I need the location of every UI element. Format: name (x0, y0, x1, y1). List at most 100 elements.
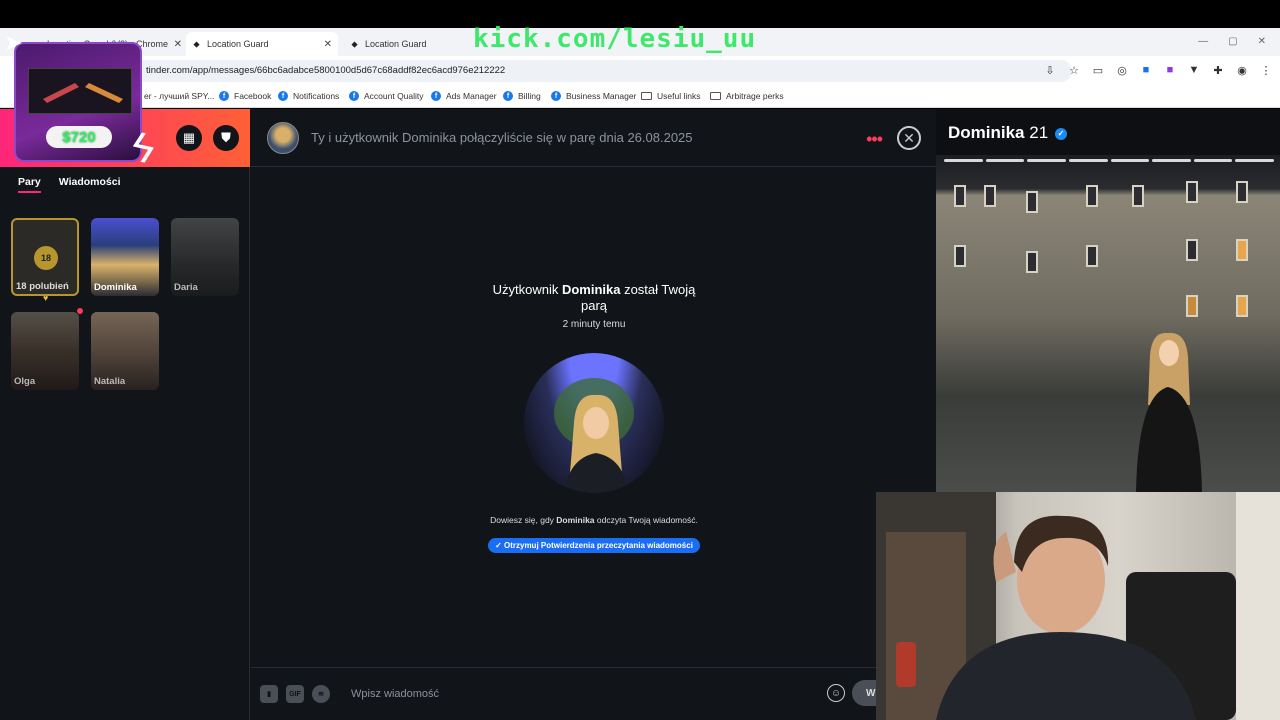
likes-card[interactable]: 18 18 polubień ♥ (11, 218, 79, 303)
bookmarks-bar: er - лучший SPY... f Facebook f Notificati… (0, 86, 1280, 108)
folder-icon (710, 92, 721, 100)
bookmark-label: Facebook (234, 91, 272, 101)
close-icon: ✕ (903, 129, 915, 146)
location-pin-icon: ⬥ (351, 38, 358, 49)
bookmark-item[interactable]: er - лучший SPY... (144, 91, 214, 101)
match-prefix: Użytkownik (492, 282, 562, 297)
match-name-bold: Dominika (561, 282, 621, 297)
chat-panel: Ty i użytkownik Dominika połączyliście s… (251, 109, 936, 720)
building-window (1186, 239, 1198, 261)
bookmark-item[interactable]: f Notifications (278, 91, 339, 101)
bookmark-item[interactable]: f Account Quality (349, 91, 424, 101)
match-card-olga[interactable]: Olga (11, 312, 79, 390)
close-window-icon[interactable]: ✕ (1258, 36, 1266, 47)
url-text[interactable]: tinder.com/app/messages/66bc6adabce58001… (146, 65, 505, 76)
match-announcement: Użytkownik Dominika został Twoją parą (481, 282, 707, 314)
sidebar-tabs: Pary Wiadomości (18, 176, 121, 193)
camera-icon[interactable]: ▭ (1092, 64, 1104, 77)
building-window (954, 245, 966, 267)
tab-title: Location Guard (365, 39, 427, 49)
facebook-icon: f (551, 91, 561, 101)
bookmark-item[interactable]: f Facebook (219, 91, 271, 101)
extension-purple-icon[interactable]: ■ (1164, 64, 1176, 76)
match-card-daria[interactable]: Daria (171, 218, 239, 296)
avatar[interactable] (267, 122, 299, 154)
read-receipts-button[interactable]: ✓ Otrzymuj Potwierdzenia przeczytania wi… (488, 538, 700, 553)
profile-name-text: Dominika (948, 123, 1025, 142)
explore-button[interactable]: ▦ (176, 125, 202, 151)
bookmark-label: Notifications (293, 91, 340, 101)
building-window (1086, 245, 1098, 267)
facebook-icon: f (503, 91, 513, 101)
cursor-icon: ➤ (4, 30, 23, 55)
menu-kebab-icon[interactable]: ⋮ (1260, 64, 1272, 77)
extension-blue-icon[interactable]: ■ (1140, 64, 1152, 76)
lit-window (1186, 295, 1198, 317)
briefcase-icon: ▦ (182, 130, 196, 145)
match-name: Dominika (94, 282, 137, 293)
match-name: Olga (14, 376, 36, 387)
bookmark-label: Business Manager (566, 91, 637, 101)
close-tab-icon[interactable]: ✕ (324, 39, 332, 50)
spotify-icon[interactable]: ≋ (312, 685, 330, 703)
price-badge: $720 (46, 126, 112, 148)
emoji-icon[interactable]: ☺ (827, 684, 845, 702)
restore-icon[interactable]: ▢ (1228, 36, 1237, 47)
bookmark-label: Useful links (657, 91, 701, 101)
stream-donation-widget: $720 (14, 42, 142, 162)
profile-age: 21 (1029, 123, 1049, 142)
streamer-webcam (876, 492, 1280, 720)
facebook-icon: f (219, 91, 229, 101)
minimize-icon[interactable]: — (1198, 36, 1208, 47)
profile-photo[interactable] (936, 155, 1280, 492)
extensions-puzzle-icon[interactable]: ✚ (1212, 64, 1224, 77)
match-photo[interactable] (524, 353, 664, 493)
tab-matches[interactable]: Pary (18, 176, 41, 193)
match-card-natalia[interactable]: Natalia (91, 312, 159, 390)
match-card-dominika[interactable]: Dominika (91, 218, 159, 296)
gold-heart-icon: ♥ (43, 293, 49, 303)
bookmark-item[interactable]: f Ads Manager (431, 91, 497, 101)
profile-icon[interactable]: ◉ (1236, 64, 1248, 77)
close-tab-icon[interactable]: ✕ (174, 39, 182, 50)
match-name: Natalia (94, 376, 126, 387)
bookmark-item[interactable]: Arbitrage perks (710, 91, 784, 101)
toolbar-icons: ⇩ ☆ ▭ ◎ ■ ■ ▼ ✚ ◉ ⋮ (1044, 64, 1272, 77)
facebook-icon: f (431, 91, 441, 101)
tab-title: Location Guard (207, 39, 269, 49)
person-silhouette (1136, 332, 1202, 492)
lit-window (1236, 295, 1248, 317)
install-app-icon[interactable]: ⇩ (1044, 64, 1056, 77)
gif-icon[interactable]: GIF (286, 685, 304, 703)
bookmark-item[interactable]: Useful links (641, 91, 700, 101)
courtyard-ground (936, 395, 1280, 492)
bookmark-label: Billing (518, 91, 541, 101)
stream-channel-title: kick.com/lesiu_uu (473, 24, 757, 54)
location-pin-icon: ⬥ (193, 38, 200, 49)
profile-name: Dominika 21 ✓ (948, 123, 1067, 143)
more-options-icon[interactable]: ••• (866, 129, 883, 150)
widget-screen (28, 68, 132, 114)
sticker-icon[interactable]: ▮ (260, 685, 278, 703)
building-window (1026, 251, 1038, 273)
bookmark-star-icon[interactable]: ☆ (1068, 64, 1080, 77)
building-window (1132, 185, 1144, 207)
bookmark-item[interactable]: f Billing (503, 91, 541, 101)
message-composer: ▮ GIF ≋ Wpisz wiadomość ☺ W (251, 667, 936, 720)
matches-sidebar: ▦ ⛊ Pary Wiadomości 18 18 polubień ♥ Dom… (0, 109, 250, 720)
folder-icon (641, 92, 652, 100)
extension-icon[interactable]: ◎ (1116, 64, 1128, 77)
message-input[interactable]: Wpisz wiadomość (351, 688, 439, 700)
browser-tab-2[interactable]: ⬥ Location Guard ✕ (186, 32, 338, 56)
read-note-suffix: odczyta Twoją wiadomość. (594, 515, 698, 525)
safety-button[interactable]: ⛊ (213, 125, 239, 151)
bookmark-label: Account Quality (364, 91, 424, 101)
match-photo-illustration (554, 378, 634, 493)
browser-tab-3[interactable]: ⬥ Location Guard (344, 32, 472, 56)
bookmark-item[interactable]: f Business Manager (551, 91, 636, 101)
tab-messages[interactable]: Wiadomości (59, 176, 121, 193)
location-guard-icon[interactable]: ▼ (1188, 64, 1200, 76)
building-window (1086, 185, 1098, 207)
close-chat-button[interactable]: ✕ (897, 126, 921, 150)
bookmark-label: Ads Manager (446, 91, 497, 101)
